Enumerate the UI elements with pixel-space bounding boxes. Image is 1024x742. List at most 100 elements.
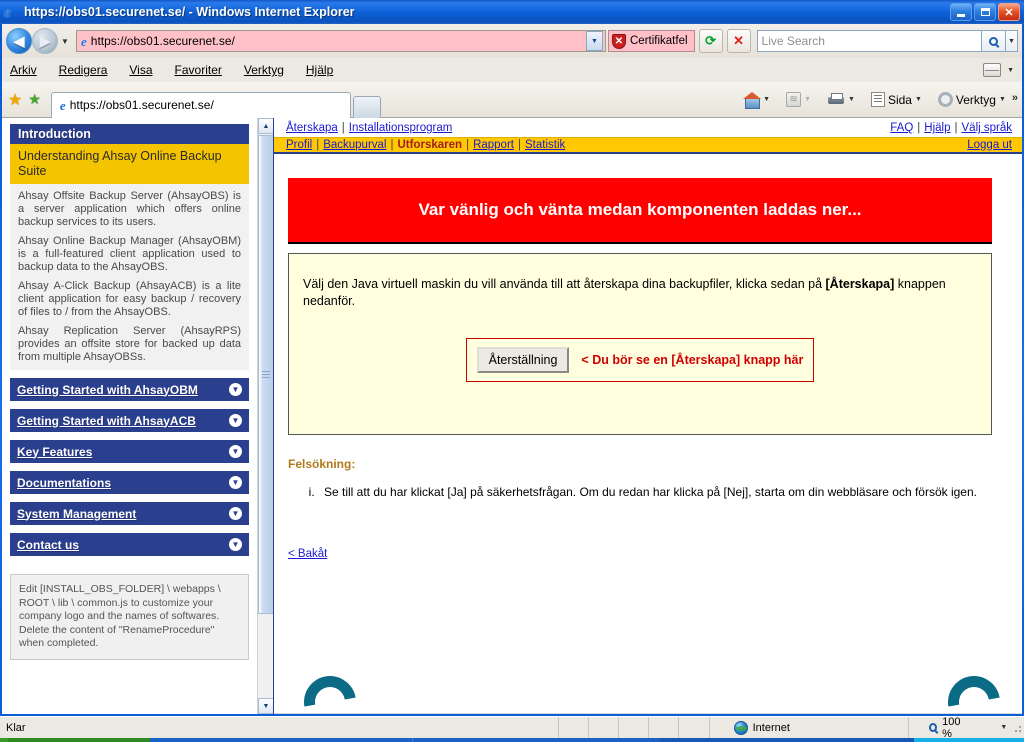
address-dropdown-icon[interactable]: ▼ — [586, 31, 603, 51]
menu-item-verktyg[interactable]: Verktyg — [244, 63, 284, 77]
content-frame: Återskapa | Installationsprogram FAQ | Hjälp… — [274, 118, 1022, 714]
link-valj-sprak[interactable]: Välj språk — [962, 122, 1013, 134]
tab-backupurval[interactable]: Backupurval — [323, 139, 386, 151]
zoom-control[interactable]: 100 % ▼ — [907, 715, 1024, 740]
page-favicon-icon: e — [81, 33, 87, 49]
taskbar-button[interactable] — [150, 738, 412, 742]
menu-item-hjalp[interactable]: Hjälp — [306, 63, 333, 77]
scrollbar-thumb[interactable] — [258, 135, 273, 614]
back-link-row: < Bakåt — [288, 548, 992, 560]
sidebar-item-label: Key Features — [17, 444, 93, 459]
search-icon — [989, 36, 998, 46]
sidebar-item-getting-started-ahsayacb[interactable]: Getting Started with AhsayACB ▼ — [10, 409, 249, 432]
section-tab-nav: Profil | Backupurval | Utforskaren | Rapport | S… — [274, 137, 1022, 154]
scroll-up-icon[interactable]: ▲ — [258, 118, 273, 134]
sidebar-item-label: Contact us — [17, 537, 80, 552]
tools-chevron-down-icon[interactable]: ▼ — [999, 96, 1006, 103]
chevron-down-icon: ▼ — [229, 383, 242, 396]
menu-item-redigera[interactable]: Redigera — [59, 63, 108, 77]
link-faq[interactable]: FAQ — [890, 122, 913, 134]
rss-icon: ≋ — [786, 92, 802, 107]
page-icon — [870, 92, 885, 107]
search-button[interactable] — [982, 30, 1006, 52]
sidebar-item-getting-started-ahsayobm[interactable]: Getting Started with AhsayOBM ▼ — [10, 378, 249, 401]
taskbar-region — [8, 738, 150, 742]
status-segment — [557, 716, 588, 739]
sidebar-paragraph: Ahsay Online Backup Manager (AhsayOBM) i… — [18, 235, 241, 273]
taskbar-tray — [914, 738, 1024, 742]
home-button[interactable]: ▼ — [739, 90, 774, 109]
applet-instruction: Välj den Java virtuell maskin du vill an… — [303, 276, 977, 310]
stop-button[interactable]: ✕ — [726, 29, 751, 53]
certificate-error-button[interactable]: Certifikatfel — [608, 30, 695, 52]
sidebar-paragraph: Ahsay Replication Server (AhsayRPS) prov… — [18, 325, 241, 363]
search-provider-dropdown-icon[interactable]: ▼ — [1006, 30, 1018, 52]
command-bar: ▼ ≋ ▼ ▼ Sida ▼ Verktyg ▼ » — [739, 90, 1022, 109]
sidebar-item-key-features[interactable]: Key Features ▼ — [10, 440, 249, 463]
home-chevron-down-icon[interactable]: ▼ — [763, 96, 770, 103]
tab-utforskaren[interactable]: Utforskaren — [398, 139, 463, 151]
browser-tab[interactable]: e https://obs01.securenet.se/ — [50, 91, 351, 118]
taskbar-button[interactable] — [412, 738, 660, 742]
menu-item-visa[interactable]: Visa — [129, 63, 152, 77]
sidebar-note: Edit [INSTALL_OBS_FOLDER] \ webapps \ RO… — [10, 574, 249, 660]
feeds-button[interactable]: ≋ ▼ — [782, 90, 815, 109]
security-zone[interactable]: Internet — [708, 716, 908, 739]
menu-item-favoriter[interactable]: Favoriter — [175, 63, 222, 77]
start-button[interactable] — [0, 738, 8, 742]
restore-button[interactable] — [974, 3, 996, 21]
logout-link[interactable]: Logga ut — [967, 139, 1012, 151]
instruction-prefix: Välj den Java virtuell maskin du vill an… — [303, 277, 826, 291]
page-menu-button[interactable]: Sida ▼ — [867, 90, 926, 109]
resize-grip-icon[interactable] — [1012, 722, 1022, 733]
add-to-favorites-icon[interactable]: ★ — [28, 91, 41, 108]
certificate-error-icon — [612, 33, 626, 49]
tab-profil[interactable]: Profil — [286, 139, 312, 151]
back-link[interactable]: < Bakåt — [288, 548, 327, 560]
gear-icon — [937, 92, 953, 107]
scroll-down-icon[interactable]: ▼ — [258, 698, 273, 714]
menu-item-arkiv[interactable]: Arkiv — [10, 63, 37, 77]
mail-icon[interactable] — [983, 63, 1002, 77]
page-chevron-down-icon[interactable]: ▼ — [915, 96, 922, 103]
sidebar-item-documentations[interactable]: Documentations ▼ — [10, 471, 249, 494]
search-input[interactable]: Live Search — [756, 30, 982, 52]
top-utility-nav: Återskapa | Installationsprogram FAQ | Hjälp… — [274, 118, 1022, 136]
sidebar-item-contact-us[interactable]: Contact us ▼ — [10, 533, 249, 556]
menubar-chevron-down-icon[interactable]: ▼ — [1007, 67, 1014, 74]
history-dropdown-icon[interactable]: ▼ — [58, 30, 72, 52]
sidebar-scrollbar[interactable]: ▲ ▼ — [257, 118, 273, 714]
list-item: Se till att du har klickat [Ja] på säker… — [318, 484, 992, 500]
link-aterskapa[interactable]: Återskapa — [286, 122, 338, 134]
command-bar-overflow-icon[interactable]: » — [1012, 92, 1018, 104]
zoom-chevron-down-icon[interactable]: ▼ — [1000, 724, 1007, 731]
link-hjalp[interactable]: Hjälp — [924, 122, 950, 134]
tools-menu-button[interactable]: Verktyg ▼ — [934, 90, 1010, 109]
feeds-chevron-down-icon[interactable]: ▼ — [804, 96, 811, 103]
favorites-center-icon[interactable]: ★ — [8, 90, 22, 110]
tab-statistik[interactable]: Statistik — [525, 139, 565, 151]
status-segment — [678, 716, 708, 739]
footer-logos — [274, 665, 1022, 714]
reset-button[interactable]: Återställning — [476, 347, 570, 373]
minimize-button[interactable] — [950, 3, 972, 21]
new-tab-button[interactable] — [352, 95, 381, 118]
chevron-down-icon: ▼ — [229, 476, 242, 489]
print-chevron-down-icon[interactable]: ▼ — [848, 96, 855, 103]
nav-separator: | — [316, 139, 320, 151]
troubleshooting-list: Se till att du har klickat [Ja] på säker… — [288, 484, 992, 500]
zoom-level: 100 % — [942, 715, 961, 740]
print-button[interactable]: ▼ — [823, 91, 859, 109]
home-icon — [743, 92, 762, 109]
forward-button[interactable]: ▶ — [32, 28, 58, 54]
address-bar[interactable]: e https://obs01.securenet.se/ ▼ — [76, 30, 606, 52]
link-installationsprogram[interactable]: Installationsprogram — [349, 122, 453, 134]
java-applet-box: Välj den Java virtuell maskin du vill an… — [288, 253, 992, 435]
back-button[interactable]: ◀ — [6, 28, 32, 54]
sidebar-item-system-management[interactable]: System Management ▼ — [10, 502, 249, 525]
browser-window: e https://obs01.securenet.se/ - Windows … — [0, 0, 1024, 742]
tab-rapport[interactable]: Rapport — [473, 139, 514, 151]
close-button[interactable]: ✕ — [998, 3, 1020, 21]
address-value: https://obs01.securenet.se/ — [90, 34, 235, 48]
refresh-button[interactable]: ⟳ — [698, 29, 723, 53]
